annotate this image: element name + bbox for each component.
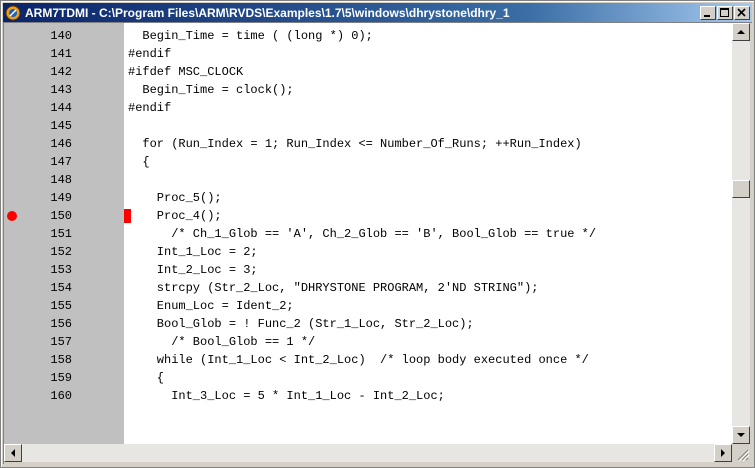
code-line[interactable]: Proc_5(); [128,189,222,207]
code-line[interactable]: Begin_Time = time ( (long *) 0); [128,27,372,45]
line-number: 143 [50,83,72,97]
close-button[interactable] [734,5,750,20]
horizontal-scrollbar[interactable] [4,444,732,462]
line-number: 159 [50,371,72,385]
line-number: 153 [50,263,72,277]
line-number: 156 [50,317,72,331]
arrow-right-icon [721,449,725,457]
code-line[interactable]: #ifdef MSC_CLOCK [128,63,243,81]
maximize-icon [720,7,729,17]
line-number: 145 [50,119,72,133]
line-number: 148 [50,173,72,187]
arrow-up-icon [737,30,745,34]
line-number: 151 [50,227,72,241]
breakpoint-icon[interactable] [7,211,17,221]
scroll-down-button[interactable] [732,426,750,444]
line-number: 149 [50,191,72,205]
code-line[interactable]: #endif [128,45,171,63]
line-number: 141 [50,47,72,61]
code-line[interactable]: /* Bool_Glob == 1 */ [128,333,315,351]
line-number: 140 [50,29,72,43]
code-line[interactable]: #endif [128,99,171,117]
vertical-scroll-thumb[interactable] [732,180,750,199]
size-grip[interactable] [732,444,750,462]
minimize-icon [704,14,710,17]
code-line[interactable]: Enum_Loc = Ident_2; [128,297,294,315]
arm-app-icon [5,5,21,20]
code-line[interactable]: Begin_Time = clock(); [128,81,293,99]
line-number-gutter[interactable]: 140 141 142 143 144 145 146 147 148 149 150 151 152 1… [4,23,124,444]
maximize-button[interactable] [717,5,733,20]
minimize-button[interactable] [700,5,716,20]
line-number: 157 [50,335,72,349]
code-line[interactable]: /* Ch_1_Glob == 'A', Ch_2_Glob == 'B', B… [128,225,596,243]
window-title: ARM7TDMI - C:\Program Files\ARM\RVDS\Exa… [25,5,510,20]
line-number: 155 [50,299,72,313]
code-line[interactable]: Int_3_Loc = 5 * Int_1_Loc - Int_2_Loc; [128,387,445,405]
editor-client: 140 141 142 143 144 145 146 147 148 149 150 151 152 1… [3,22,752,464]
line-number: 158 [50,353,72,367]
source-window: ARM7TDMI - C:\Program Files\ARM\RVDS\Exa… [0,0,755,468]
code-line[interactable]: Bool_Glob = ! Func_2 (Str_1_Loc, Str_2_L… [128,315,474,333]
title-bar[interactable]: ARM7TDMI - C:\Program Files\ARM\RVDS\Exa… [3,3,752,22]
code-line[interactable]: Proc_4(); [128,207,222,225]
code-line[interactable]: { [128,369,164,387]
arrow-left-icon [11,449,15,457]
code-line[interactable]: strcpy (Str_2_Loc, "DHRYSTONE PROGRAM, 2… [128,279,539,297]
code-line[interactable]: Int_2_Loc = 3; [128,261,258,279]
line-number: 146 [50,137,72,151]
breakpoint-marker [124,209,131,223]
code-line[interactable]: { [128,153,149,171]
scroll-up-button[interactable] [732,23,750,41]
code-line[interactable]: while (Int_1_Loc < Int_2_Loc) /* loop bo… [128,351,589,369]
line-number: 152 [50,245,72,259]
arrow-down-icon [737,433,745,437]
line-number: 142 [50,65,72,79]
code-line[interactable]: Int_1_Loc = 2; [128,243,258,261]
close-icon [737,7,746,17]
source-code-area[interactable]: Begin_Time = time ( (long *) 0); #endif #i… [124,23,732,444]
line-number: 144 [50,101,72,115]
line-number: 147 [50,155,72,169]
code-line[interactable]: for (Run_Index = 1; Run_Index <= Number_… [128,135,581,153]
line-number: 154 [50,281,72,295]
resize-grip-icon [737,449,750,462]
scroll-left-button[interactable] [4,444,22,462]
line-number: 160 [50,389,72,403]
scroll-right-button[interactable] [714,444,732,462]
vertical-scrollbar[interactable] [732,23,750,444]
